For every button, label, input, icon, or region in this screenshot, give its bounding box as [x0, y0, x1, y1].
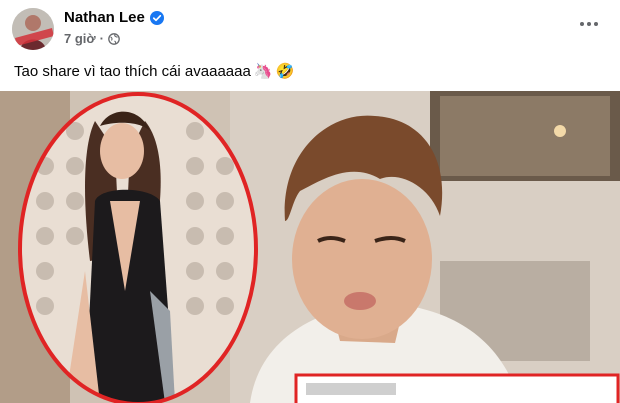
facebook-post: Nathan Lee 7 giờ · Tao share vì tao thíc…	[0, 0, 620, 403]
verified-badge-icon	[149, 10, 164, 25]
post-photo[interactable]	[0, 91, 620, 403]
post-timestamp[interactable]: 7 giờ	[64, 31, 96, 46]
man-lips	[344, 292, 376, 310]
laughing-emoji: 🤣	[275, 63, 295, 80]
photo-composite	[0, 91, 620, 403]
avatar-image	[12, 8, 54, 50]
author-avatar[interactable]	[12, 8, 54, 50]
meta-separator: ·	[99, 31, 104, 46]
more-dot	[587, 22, 591, 26]
window-pane	[440, 96, 610, 176]
post-caption: Tao share vì tao thích cái avaaaaaa 🦄 🤣	[14, 62, 295, 81]
unicorn-emoji: 🦄	[253, 63, 273, 80]
globe-icon[interactable]	[108, 32, 120, 45]
more-dot	[594, 22, 598, 26]
author-name-row: Nathan Lee	[64, 9, 164, 26]
author-name[interactable]: Nathan Lee	[64, 9, 145, 26]
more-dot	[580, 22, 584, 26]
more-options-icon[interactable]	[576, 14, 602, 34]
post-meta: 7 giờ ·	[64, 31, 120, 46]
blurred-name	[306, 383, 396, 395]
man-face	[292, 179, 432, 339]
light-spot	[554, 125, 566, 137]
caption-text: Tao share vì tao thích cái avaaaaaa	[14, 62, 251, 80]
